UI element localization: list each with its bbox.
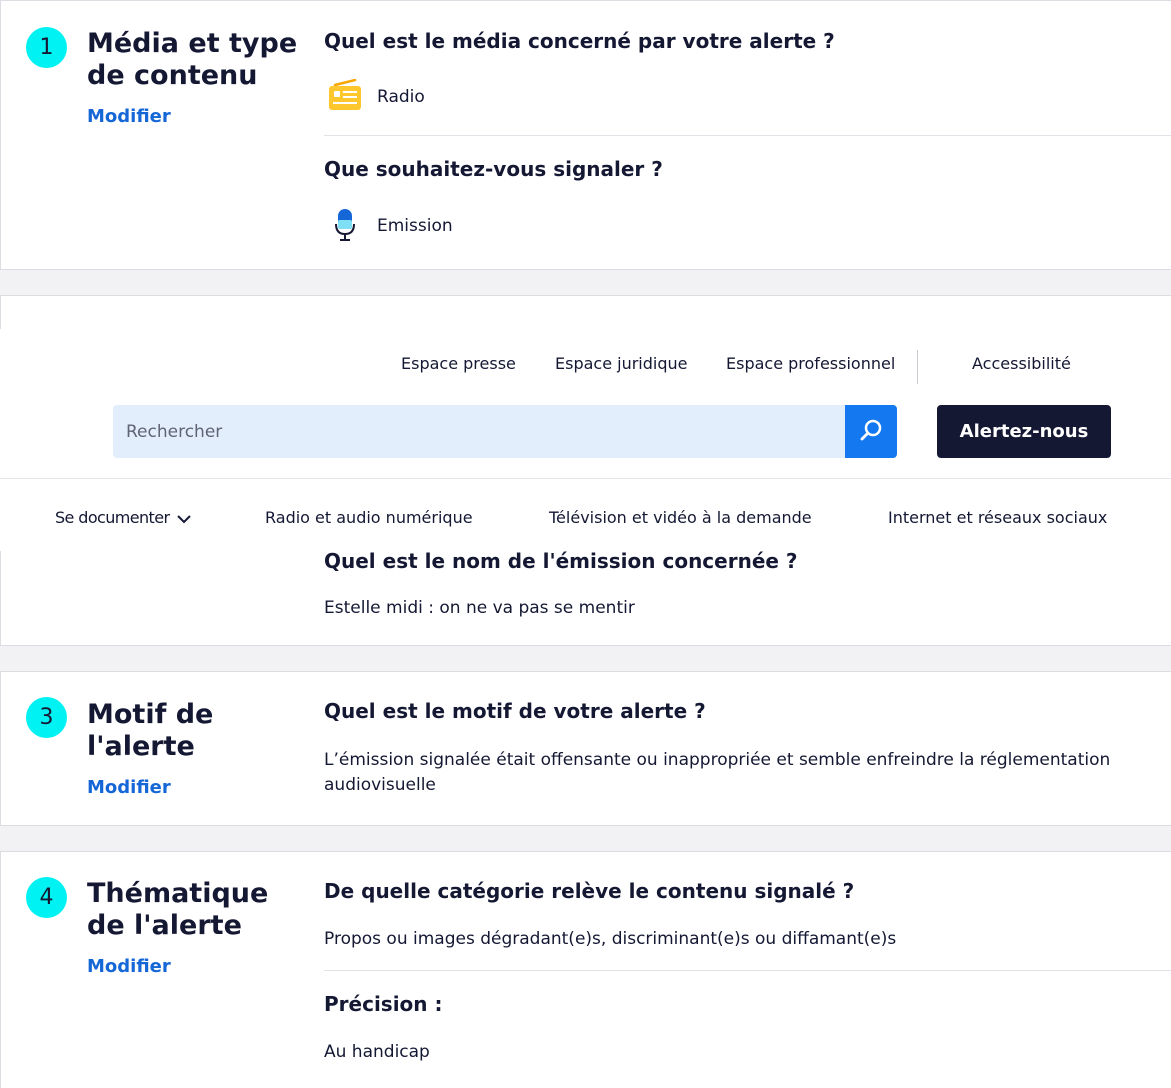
nav-se-documenter[interactable]: Se documenter xyxy=(55,508,191,528)
nav-internet-reseaux[interactable]: Internet et réseaux sociaux xyxy=(888,508,1107,527)
search-input[interactable] xyxy=(113,405,845,458)
link-accessibilite[interactable]: Accessibilité xyxy=(972,354,1071,373)
answer-value: Emission xyxy=(377,216,453,236)
divider xyxy=(324,970,1171,971)
answer-value: Estelle midi : on ne va pas se mentir xyxy=(324,598,635,618)
radio-icon xyxy=(328,78,362,115)
section-motive-card: 3 Motif de l'alerte Modifier Quel est le… xyxy=(0,671,1171,826)
microphone-icon xyxy=(334,208,356,246)
question-label: Quel est le nom de l'émission concernée … xyxy=(324,549,798,573)
search-button[interactable] xyxy=(845,405,897,458)
answer-value: L’émission signalée était offensante ou … xyxy=(324,750,1111,795)
step-badge: 4 xyxy=(26,877,67,918)
step-badge: 1 xyxy=(26,27,67,68)
link-espace-professionnel[interactable]: Espace professionnel xyxy=(726,354,895,373)
link-espace-juridique[interactable]: Espace juridique xyxy=(555,354,687,373)
alert-us-button[interactable]: Alertez-nous xyxy=(937,405,1111,458)
modify-link[interactable]: Modifier xyxy=(87,956,171,977)
answer-value: Radio xyxy=(377,87,425,107)
nav-radio-audio[interactable]: Radio et audio numérique xyxy=(265,508,473,527)
question-label: Précision : xyxy=(324,992,443,1016)
header-top-links: Espace presse Espace juridique Espace pr… xyxy=(0,354,1171,384)
section-title: Thématique de l'alerte xyxy=(87,878,269,941)
section-theme-card: 4 Thématique de l'alerte Modifier De que… xyxy=(0,851,1171,1088)
section-title: Média et type de contenu xyxy=(87,28,298,91)
modify-link[interactable]: Modifier xyxy=(87,777,171,798)
question-label: Quel est le média concerné par votre ale… xyxy=(324,29,835,53)
section-title: Motif de l'alerte xyxy=(87,699,214,762)
divider xyxy=(324,135,1171,136)
answer-value: Au handicap xyxy=(324,1042,430,1062)
nav-label: Se documenter xyxy=(55,508,170,527)
search-icon xyxy=(860,419,882,445)
answer-value: Propos ou images dégradant(e)s, discrimi… xyxy=(324,929,897,949)
question-label: De quelle catégorie relève le contenu si… xyxy=(324,879,855,903)
nav-television-video[interactable]: Télévision et vidéo à la demande xyxy=(549,508,812,527)
question-label: Quel est le motif de votre alerte ? xyxy=(324,699,706,723)
question-label: Que souhaitez-vous signaler ? xyxy=(324,157,663,181)
step-badge: 3 xyxy=(26,697,67,738)
modify-link[interactable]: Modifier xyxy=(87,106,171,127)
chevron-down-icon xyxy=(177,509,191,528)
header-divider xyxy=(0,478,1171,479)
link-espace-presse[interactable]: Espace presse xyxy=(401,354,516,373)
section-media-card: 1 Média et type de contenu Modifier Quel… xyxy=(0,0,1171,270)
header-separator xyxy=(917,350,918,384)
